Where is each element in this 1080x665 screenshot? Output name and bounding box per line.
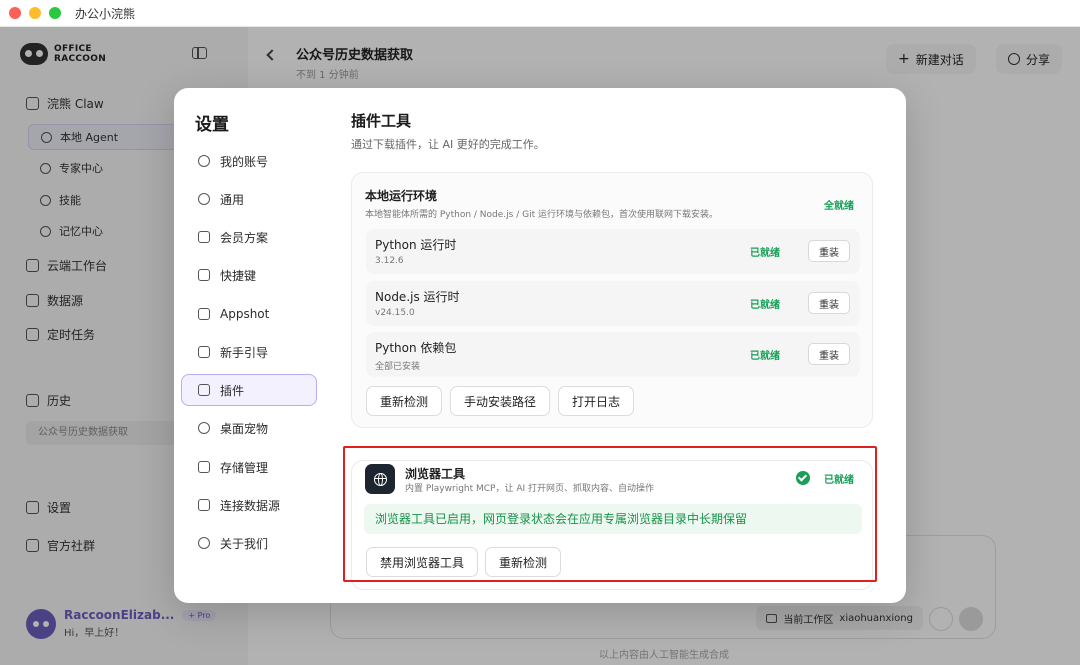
env-title: 本地运行环境 [365, 189, 438, 203]
plugins-title: 插件工具 [351, 112, 412, 130]
reinstall-node-button[interactable]: 重装 [808, 292, 850, 314]
window-controls [9, 7, 61, 19]
settings-menu-storage[interactable]: 存储管理 [181, 451, 317, 483]
gear-icon [198, 193, 210, 205]
runtime-name: Python 运行时 [375, 238, 457, 252]
runtime-row: Python 运行时 3.12.6 已就绪 重装 [366, 229, 860, 274]
keyboard-icon [198, 269, 210, 281]
settings-menu-desktop-pet[interactable]: 桌面宠物 [181, 412, 317, 444]
open-log-button[interactable]: 打开日志 [558, 386, 635, 416]
membership-icon [198, 231, 210, 243]
user-icon [198, 155, 210, 167]
browser-status-badge: 已就绪 [824, 475, 854, 486]
recheck-browser-button[interactable]: 重新检测 [485, 547, 562, 577]
settings-menu-shortcuts[interactable]: 快捷键 [181, 259, 317, 291]
env-status-badge: 全就绪 [824, 201, 854, 212]
reinstall-deps-button[interactable]: 重装 [808, 343, 850, 365]
settings-menu-about[interactable]: 关于我们 [181, 527, 317, 559]
settings-menu-general[interactable]: 通用 [181, 183, 317, 215]
settings-menu-plugins[interactable]: 插件 [181, 374, 317, 406]
database-icon [198, 499, 210, 511]
browser-actions: 禁用浏览器工具 重新检测 [366, 547, 562, 577]
disable-browser-tool-button[interactable]: 禁用浏览器工具 [366, 547, 479, 577]
plugins-description: 通过下载插件，让 AI 更好的完成工作。 [351, 138, 545, 151]
zoom-window-button[interactable] [49, 7, 61, 19]
settings-menu-account[interactable]: 我的账号 [181, 145, 317, 177]
runtime-version: 3.12.6 [375, 256, 404, 266]
env-actions: 重新检测 手动安装路径 打开日志 [366, 386, 635, 416]
runtime-name: Python 依赖包 [375, 341, 457, 355]
local-env-card: 本地运行环境 本地智能体所需的 Python / Node.js / Git 运… [351, 172, 873, 428]
settings-menu-onboarding[interactable]: 新手引导 [181, 336, 317, 368]
browser-tool-icon [365, 464, 395, 494]
globe-icon [373, 472, 387, 486]
close-window-button[interactable] [9, 7, 21, 19]
camera-icon [198, 308, 210, 320]
runtime-status: 已就绪 [750, 300, 780, 311]
settings-menu-membership[interactable]: 会员方案 [181, 221, 317, 253]
minimize-window-button[interactable] [29, 7, 41, 19]
settings-modal: 设置 我的账号 通用 会员方案 快捷键 Appshot 新手引导 插件 桌面宠物… [174, 88, 906, 603]
title-bar: 办公小浣熊 [0, 0, 1080, 27]
browser-tool-name: 浏览器工具 [405, 467, 466, 481]
settings-nav: 设置 我的账号 通用 会员方案 快捷键 Appshot 新手引导 插件 桌面宠物… [174, 88, 332, 603]
browser-tool-card: 浏览器工具 内置 Playwright MCP，让 AI 打开网页、抓取内容、自… [351, 460, 873, 590]
runtime-status: 已就绪 [750, 248, 780, 259]
settings-menu-appshot[interactable]: Appshot [181, 298, 317, 330]
plugins-panel: 插件工具 通过下载插件，让 AI 更好的完成工作。 本地运行环境 本地智能体所需… [332, 88, 906, 603]
runtime-status: 已就绪 [750, 351, 780, 362]
runtime-name: Node.js 运行时 [375, 290, 460, 304]
raccoon-icon [198, 537, 210, 549]
env-description: 本地智能体所需的 Python / Node.js / Git 运行环境与依赖包… [365, 210, 718, 220]
storage-icon [198, 461, 210, 473]
settings-menu-connect-datasource[interactable]: 连接数据源 [181, 489, 317, 521]
browser-tool-description: 内置 Playwright MCP，让 AI 打开网页、抓取内容、自动操作 [405, 484, 655, 494]
runtime-version: 全部已安装 [375, 362, 421, 372]
settings-title: 设置 [195, 115, 229, 135]
pet-icon [198, 422, 210, 434]
reinstall-python-button[interactable]: 重装 [808, 240, 850, 262]
browser-enabled-notice: 浏览器工具已启用，网页登录状态会在应用专属浏览器目录中长期保留 [364, 504, 862, 534]
app-window: 办公小浣熊 OFFICE RACCOON 浣熊 Claw 本地 Agent 专家… [0, 0, 1080, 665]
app-title: 办公小浣熊 [75, 6, 136, 21]
recheck-env-button[interactable]: 重新检测 [366, 386, 443, 416]
runtime-version: v24.15.0 [375, 308, 415, 318]
runtime-row: Python 依赖包 全部已安装 已就绪 重装 [366, 332, 860, 377]
plugin-icon [198, 384, 210, 396]
runtime-row: Node.js 运行时 v24.15.0 已就绪 重装 [366, 281, 860, 326]
manual-install-path-button[interactable]: 手动安装路径 [450, 386, 551, 416]
guide-icon [198, 346, 210, 358]
check-circle-icon [796, 471, 810, 485]
